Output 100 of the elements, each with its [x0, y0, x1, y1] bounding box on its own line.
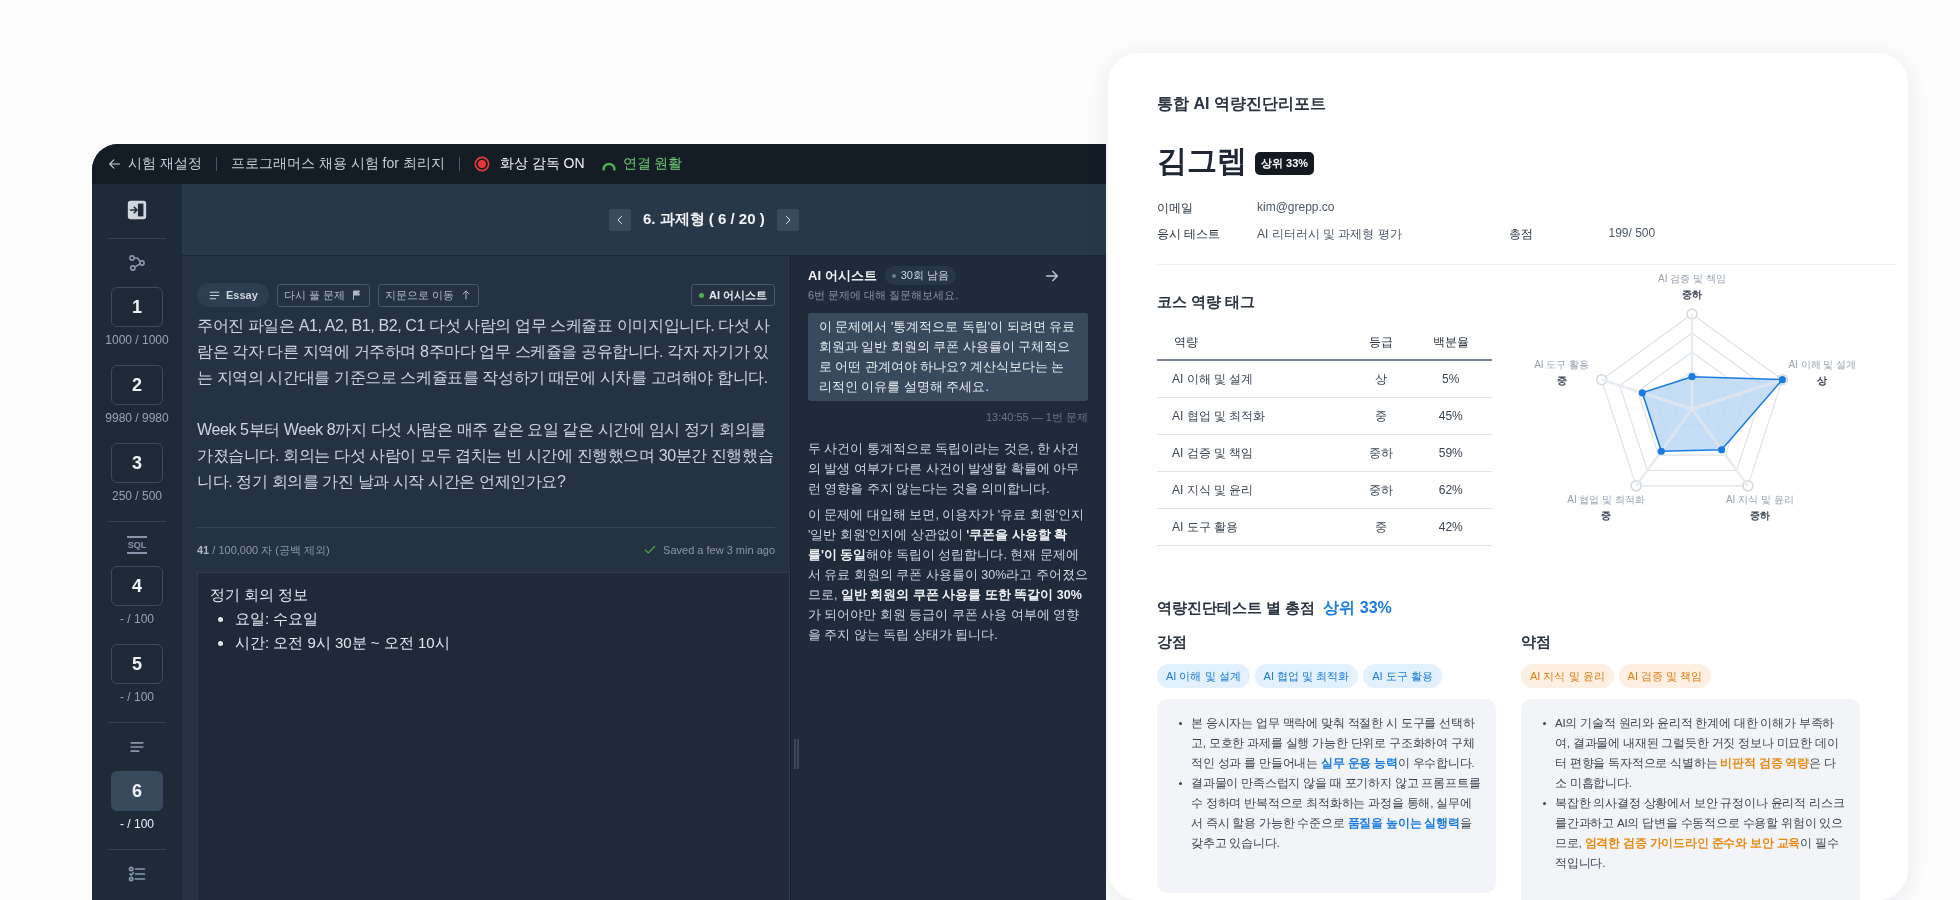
info-value: AI 리터러시 및 과제형 평가: [1257, 225, 1402, 243]
back-arrow-icon: [108, 157, 122, 171]
table-cell: 59%: [1409, 434, 1492, 472]
info-label: 총점: [1508, 225, 1534, 243]
check-icon: [643, 543, 658, 557]
flag-icon: [350, 289, 363, 301]
table-cell: AI 협업 및 최적화: [1157, 397, 1353, 435]
axis-grade: 상: [1817, 374, 1828, 386]
bullet-icon: [1543, 722, 1546, 725]
feedback-point: 결과물이 만족스럽지 않을 때 포기하지 않고 프롬프트를 수 정하며 반복적으로 최적화하는 과정을 통해, 실무에서 즉시 할용 가능한 수준으로 품질을 높이는 실행력을 갖추고 있습니다.: [1191, 776, 1482, 851]
info-value: 199/ 500: [1608, 225, 1656, 242]
info-value: kim@grepp.co: [1257, 199, 1335, 216]
bullet-icon: [1543, 802, 1546, 805]
column-title: 약점: [1521, 632, 1552, 652]
table-cell: AI 이해 및 설계: [1157, 360, 1353, 398]
record-icon: [473, 156, 490, 172]
ai-assist-button[interactable]: AI 어시스트: [690, 284, 775, 306]
table-cell: AI 지식 및 윤리: [1157, 471, 1353, 509]
feedback-point: 복잡한 의사결정 상황에서 보안 규정이나 윤리적 리스크를간과하고 AI의 답변을 수동적으로 수용할 위험이 있으므로, 엄격한 검증 가이드라인 준수와 보안 교육이 필수적입니다.: [1555, 796, 1846, 871]
question-title: 6. 과제형 ( 6 / 20 ): [643, 210, 765, 229]
tag-button[interactable]: 지문으로 이동: [377, 283, 479, 307]
panel-toggle-icon: [126, 199, 148, 221]
exam-title: 프로그래머스 채용 시험 for 최리지: [230, 155, 445, 173]
table-cell: 중하: [1353, 434, 1410, 472]
axis-label: AI 지식 및 윤리: [1725, 493, 1794, 505]
question-button[interactable]: 2: [111, 365, 163, 405]
previous-button[interactable]: [609, 208, 631, 231]
question-paragraph: Week 5부터 Week 8까지 다섯 사람은 매주 같은 요일 같은 시간에 임시 정기 회의를 가졌습니다. 회의는 다섯 사람이 모두 겹치는 빈 시간에 진행했으며 30분간 진행했습니다. 정기 회의를 가진 날과 시작 시간은 언제인가요?: [197, 420, 775, 492]
answer-bullet: 시간: 오전 9시 30분 ~ 오전 10시: [218, 631, 777, 655]
table-cell: 중하: [1353, 471, 1410, 509]
assistant-paragraph: 두 사건이 통계적으로 독립이라는 것은, 한 사건의 발생 여부가 다른 사건이 발생할 확률에 아무런 영향을 주지 않는다는 것을 의미합니다.: [808, 441, 1081, 498]
question-button[interactable]: 6: [111, 771, 163, 811]
back-button[interactable]: 시험 재설정: [108, 155, 202, 173]
table-cell: 42%: [1409, 508, 1492, 546]
answer-bullet: 요일: 수요일: [218, 607, 777, 631]
score-point: [1657, 447, 1665, 455]
connection-status: 연결 원활: [622, 155, 683, 173]
question-score: 250 / 500: [111, 488, 162, 504]
score-point: [1778, 376, 1786, 384]
question-score: - / 100: [120, 611, 154, 627]
table-cell: 62%: [1409, 471, 1492, 509]
tag-button[interactable]: 다시 풀 문제: [276, 283, 370, 307]
info-label: 이메일: [1157, 199, 1194, 217]
score-point: [1718, 446, 1726, 454]
table-cell: 상: [1353, 360, 1410, 398]
report-title: 통합 AI 역량진단리포트: [1157, 94, 1327, 114]
bullet-icon: [1179, 782, 1182, 785]
question-score: 9980 / 9980: [105, 410, 169, 426]
resize-handle[interactable]: [794, 739, 799, 769]
table-cell: 5%: [1409, 360, 1492, 398]
rank-text: 상위 33%: [1323, 598, 1392, 618]
flow-icon: [127, 253, 147, 273]
score-point: [1638, 389, 1646, 397]
save-status: Saved a few 3 min ago: [663, 544, 775, 556]
question-score: - / 100: [120, 689, 154, 705]
answer-field[interactable]: 정기 회의 정보 요일: 수요일 시간: 오전 9시 30분 ~ 오전 10시: [197, 572, 790, 900]
question-button[interactable]: 5: [111, 644, 163, 684]
score-point: [1688, 373, 1696, 381]
axis-grade: 중하: [1749, 509, 1770, 521]
axis-label: AI 협업 및 최적화: [1567, 493, 1646, 505]
axis-grade: 중: [1556, 374, 1567, 386]
axis-label: AI 이해 및 설계: [1788, 358, 1857, 370]
candidate-name: 김그렙: [1157, 143, 1247, 179]
proctoring-status: 화상 감독 ON: [499, 155, 585, 173]
next-button[interactable]: [776, 208, 799, 231]
answer-heading: 정기 회의 정보: [210, 585, 310, 605]
section-title: 역량진단테스트 별 총점: [1157, 599, 1316, 618]
message-time: 13:40:55 — 1번 문제: [984, 410, 1088, 425]
column-header: 역량: [1157, 325, 1353, 360]
arrow-up-icon: [460, 289, 472, 301]
assistant-paragraph: 이 문제에 대입해 보면, 이용자가 '유료 회원'인지 '일반 회원'인지에 상관없이 '쿠폰을 사용할 확률'이 동일해야 독립이 성립합니다. 현재 문제에서 유료 회원의 쿠폰 사용률이 30%라고 주어졌으므로, 일반 회원의 쿠폰 사용률 또한 똑같이 30%가 되어야만 회원 등급이 쿠폰 사용 여부에 영향을 주지 않는 독립 상태가 됩니다.: [808, 507, 1088, 644]
competency-tag: AI 협업 및 최적화: [1254, 664, 1359, 688]
axis-label: AI 검증 및 책임: [1658, 273, 1726, 284]
question-button[interactable]: 3: [111, 443, 163, 483]
assistant-title: AI 어시스트: [808, 266, 877, 285]
feedback-point: 본 응시자는 업무 맥락에 맞춰 적절한 시 도구를 선택하고, 모호한 과제를 실행 가능한 단위로 구조화하여 구체적인 성과 를 만들어내는 실무 운용 능력이 우수합니다.: [1191, 716, 1476, 771]
column-header: 등급: [1353, 325, 1410, 360]
question-button[interactable]: 4: [111, 566, 163, 606]
rank-badge: 상위 33%: [1255, 151, 1315, 175]
axis-grade: 중하: [1682, 289, 1702, 300]
column-header: 백분율: [1409, 325, 1492, 360]
section-title: 코스 역량 태그: [1157, 292, 1256, 312]
question-paragraph: 주어진 파일은 A1, A2, B1, B2, C1 다섯 사람의 업무 스케쥴표 이미지입니다. 다섯 사람은 각자 다른 지역에 거주하며 8주마다 업무 스케쥴을 공유합니다. 각자 자기가 있는 지역의 시간대를 기준으로 스케쥴표를 작성하기 때문에 시차를 고려해야 합니다.: [197, 316, 771, 388]
axis-grade: 중: [1601, 509, 1612, 521]
essay-tag: Essay: [197, 283, 269, 307]
bullet-icon: [1179, 722, 1182, 725]
question-button[interactable]: 1: [111, 287, 163, 327]
question-score: 1000 / 1000: [105, 332, 169, 348]
axis-label: AI 도구 활용: [1534, 358, 1590, 370]
table-cell: AI 검증 및 책임: [1157, 434, 1353, 472]
competency-tag: AI 검증 및 책임: [1618, 664, 1712, 688]
competency-tag: AI 도구 활용: [1363, 664, 1442, 688]
checklist-icon: [127, 864, 147, 884]
question-score: - / 100: [120, 816, 154, 832]
info-label: 응시 테스트: [1157, 225, 1222, 243]
assistant-subtitle: 6번 문제에 대해 질문해보세요.: [808, 288, 960, 303]
table-cell: 중: [1353, 508, 1410, 546]
user-message: 이 문제에서 '통계적으로 독립'이 되려면 유료 회원과 일반 회원의 쿠폰 사용률이 구체적으로 어떤 관계여야 하나요? 계산식보다는 논리적인 이유를 설명해 주세요.: [808, 313, 1088, 401]
remaining-badge: 30회 남음: [884, 266, 956, 285]
table-cell: AI 도구 활용: [1157, 508, 1353, 546]
